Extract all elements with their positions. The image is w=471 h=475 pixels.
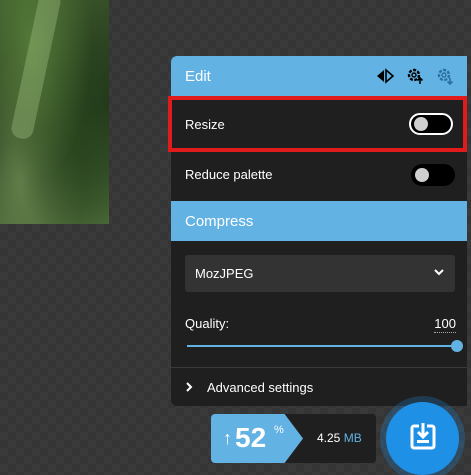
quality-value[interactable]: 100 [434,316,456,333]
compress-header: Compress [171,201,467,241]
image-preview [0,0,109,224]
edit-header: Edit [171,56,467,96]
size-reduction-percent: 52 [235,422,267,453]
size-reduction-badge: ↑ 52 % [211,414,303,463]
quality-label: Quality: [185,316,230,331]
resize-toggle-knob [414,117,428,131]
reduce-palette-toggle[interactable] [411,164,455,186]
output-size-value: 4.25 [317,431,341,445]
output-size-unit: MB [343,431,362,445]
result-summary: ↑ 52 % 4.25 MB [211,414,376,463]
reduce-palette-row: Reduce palette [171,152,467,197]
chevron-down-icon [433,266,445,281]
output-size: 4.25 MB [317,431,362,445]
download-icon [410,422,436,455]
reduce-palette-toggle-knob [415,168,429,182]
codec-select-value: MozJPEG [195,266,254,281]
options-panel: Edit Resize Reduce palette Compress MozJ… [171,56,467,406]
rotate-flip-icon[interactable] [375,67,395,85]
settings-upload-icon[interactable] [405,67,425,85]
quality-slider-thumb[interactable] [451,340,463,352]
percent-symbol: % [274,424,284,436]
up-arrow-icon: ↑ [223,428,232,448]
divider [171,367,467,368]
resize-toggle[interactable] [409,113,453,135]
download-button[interactable] [386,402,459,475]
settings-icon[interactable] [435,67,455,85]
edit-title: Edit [185,67,211,85]
advanced-settings-toggle[interactable]: Advanced settings [185,378,313,396]
codec-select[interactable]: MozJPEG [185,255,455,292]
chevron-right-icon [185,381,193,393]
edit-header-icons [375,67,455,85]
resize-row: Resize [171,98,467,150]
quality-slider[interactable] [187,339,463,353]
compress-title: Compress [185,212,254,230]
quality-slider-track [187,345,457,347]
advanced-settings-label: Advanced settings [207,379,314,395]
resize-label: Resize [185,116,225,132]
reduce-palette-label: Reduce palette [185,167,273,182]
